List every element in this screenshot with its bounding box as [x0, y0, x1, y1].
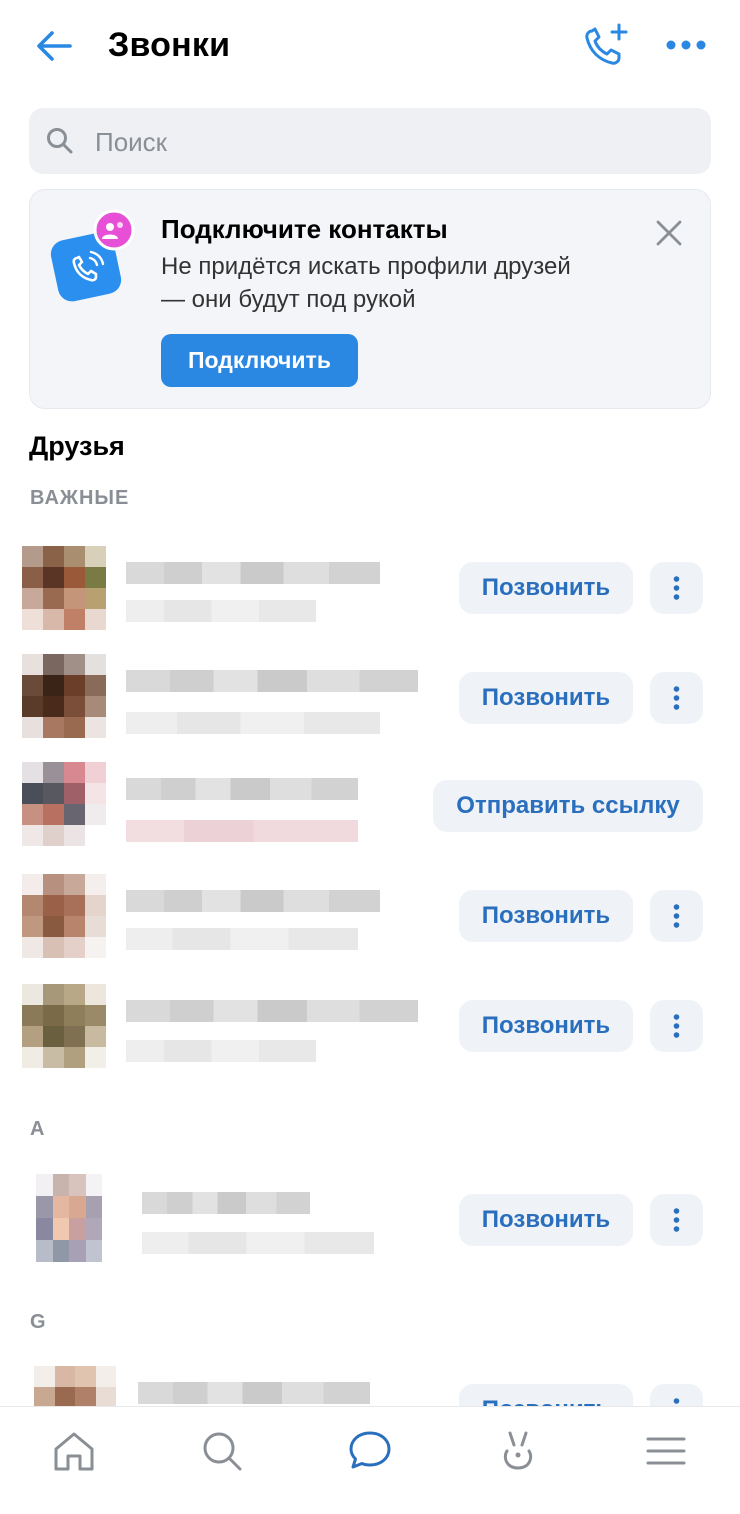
- page-title: Звонки: [108, 26, 231, 64]
- contact-status: [126, 928, 358, 950]
- avatar: [36, 1174, 102, 1262]
- close-icon[interactable]: [654, 218, 684, 248]
- send-link-button[interactable]: Отправить ссылку: [433, 780, 703, 832]
- banner-title: Подключите контакты: [161, 214, 448, 244]
- search-icon[interactable]: [198, 1427, 246, 1475]
- contact-name: [126, 670, 418, 692]
- more-vertical-icon: [673, 904, 680, 928]
- more-vertical-icon: [673, 576, 680, 600]
- contact-status: [126, 1040, 316, 1062]
- more-horizontal-icon[interactable]: [664, 30, 708, 60]
- call-button[interactable]: Позвонить: [459, 672, 633, 724]
- avatar: [22, 984, 106, 1068]
- more-vertical-icon: [673, 1014, 680, 1038]
- search-input[interactable]: Поиск: [29, 108, 711, 174]
- avatar: [22, 654, 106, 738]
- search-placeholder: Поиск: [95, 127, 168, 157]
- search-icon: [47, 128, 73, 154]
- letter-heading: A: [30, 1118, 46, 1140]
- contact-name: [142, 1192, 310, 1214]
- menu-icon[interactable]: [642, 1427, 690, 1475]
- arrow-left-icon[interactable]: [34, 26, 74, 66]
- call-button[interactable]: Позвонить: [459, 562, 633, 614]
- clips-icon[interactable]: [494, 1427, 542, 1475]
- contact-more-button[interactable]: [650, 890, 703, 942]
- bottom-tab-bar: [0, 1406, 740, 1514]
- contact-row[interactable]: Позвонить: [0, 868, 740, 968]
- contact-more-button[interactable]: [650, 672, 703, 724]
- more-vertical-icon: [673, 1208, 680, 1232]
- important-label: ВАЖНЫЕ: [30, 487, 130, 509]
- contact-row[interactable]: Позвонить: [0, 540, 740, 640]
- friends-heading: Друзья: [29, 431, 125, 461]
- contact-more-button[interactable]: [650, 1000, 703, 1052]
- avatar: [22, 546, 106, 630]
- call-button[interactable]: Позвонить: [459, 1194, 633, 1246]
- contact-name: [138, 1382, 370, 1404]
- connect-contacts-banner: Подключите контакты Не придётся искать п…: [29, 189, 711, 409]
- contact-row[interactable]: Отправить ссылку: [0, 756, 740, 856]
- home-icon[interactable]: [50, 1427, 98, 1475]
- contact-more-button[interactable]: [650, 1194, 703, 1246]
- banner-text: Не придётся искать профили друзей — они …: [161, 253, 571, 313]
- contact-more-button[interactable]: [650, 562, 703, 614]
- messages-icon[interactable]: [346, 1427, 394, 1475]
- avatar: [22, 762, 106, 846]
- contact-status: [142, 1232, 374, 1254]
- connect-button[interactable]: Подключить: [161, 334, 358, 387]
- contact-name: [126, 1000, 418, 1022]
- contact-name: [126, 890, 380, 912]
- phone-plus-icon[interactable]: [580, 22, 630, 70]
- contact-name: [126, 778, 358, 800]
- more-vertical-icon: [673, 686, 680, 710]
- header: Звонки: [0, 0, 740, 96]
- call-button[interactable]: Позвонить: [459, 890, 633, 942]
- contact-status: [126, 712, 380, 734]
- avatar: [22, 874, 106, 958]
- contact-row[interactable]: Позвонить: [0, 648, 740, 748]
- contact-status: [126, 600, 316, 622]
- call-button[interactable]: Позвонить: [459, 1000, 633, 1052]
- contact-row[interactable]: Позвонить: [0, 978, 740, 1078]
- contact-name: [126, 562, 380, 584]
- contact-row[interactable]: Позвонить: [0, 1168, 740, 1268]
- contacts-phone-icon: [50, 209, 135, 302]
- contact-status: [126, 820, 358, 842]
- letter-heading: G: [30, 1311, 47, 1333]
